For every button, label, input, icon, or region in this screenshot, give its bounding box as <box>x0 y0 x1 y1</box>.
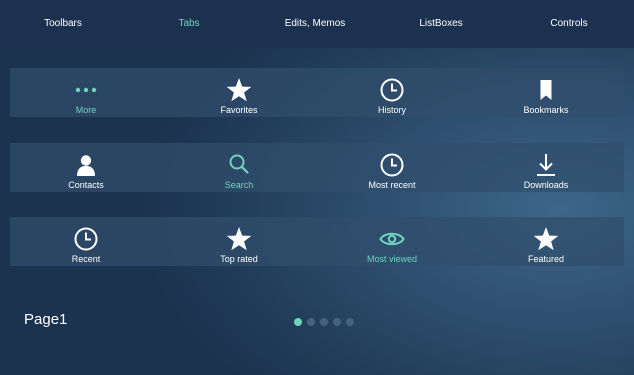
tab-label: Recent <box>71 254 101 264</box>
top-tab-edits-memos[interactable]: Edits, Memos <box>260 0 370 48</box>
download-icon <box>532 152 560 178</box>
tab-label: Top rated <box>220 254 258 264</box>
tab-recent[interactable]: Recent <box>26 217 146 266</box>
top-tab-listboxes[interactable]: ListBoxes <box>386 0 496 48</box>
tab-label: Favorites <box>220 105 258 115</box>
bookmark-icon <box>532 77 560 103</box>
search-icon <box>225 152 253 178</box>
tab-label: History <box>377 105 406 115</box>
tab-contacts[interactable]: Contacts <box>26 143 146 192</box>
page-dot-4[interactable] <box>333 318 341 326</box>
tab-strip-2: Contacts Search Most recent Downloads <box>10 143 624 192</box>
clock-icon <box>72 226 100 252</box>
page-dot-5[interactable] <box>346 318 354 326</box>
top-tab-tabs[interactable]: Tabs <box>134 0 244 48</box>
page-dot-2[interactable] <box>307 318 315 326</box>
more-dots-icon <box>72 77 100 103</box>
tab-top-rated[interactable]: Top rated <box>179 217 299 266</box>
tab-most-recent[interactable]: Most recent <box>332 143 452 192</box>
tab-history[interactable]: History <box>332 68 452 117</box>
page-dot-3[interactable] <box>320 318 328 326</box>
tab-search[interactable]: Search <box>179 143 299 192</box>
tab-strip-3: Recent Top rated Most viewed Featured <box>10 217 624 266</box>
page-title: Page1 <box>24 311 68 328</box>
person-icon <box>72 152 100 178</box>
tab-label: Search <box>224 180 254 190</box>
tab-label: Bookmarks <box>523 105 569 115</box>
tab-label: Featured <box>527 254 565 264</box>
tab-label: Most recent <box>368 180 416 190</box>
clock-icon <box>378 77 406 103</box>
top-tab-toolbars[interactable]: Toolbars <box>8 0 118 48</box>
tab-featured[interactable]: Featured <box>486 217 606 266</box>
tab-most-viewed[interactable]: Most viewed <box>332 217 452 266</box>
tab-label: Contacts <box>68 180 104 190</box>
tab-strip-1: More Favorites History Bookmarks <box>10 68 624 117</box>
tab-label: Downloads <box>523 180 569 190</box>
tab-label: Most viewed <box>366 254 418 264</box>
tab-bookmarks[interactable]: Bookmarks <box>486 68 606 117</box>
star-icon <box>532 226 560 252</box>
star-icon <box>225 77 253 103</box>
top-tab-bar: Toolbars Tabs Edits, Memos ListBoxes Con… <box>0 0 634 48</box>
tab-favorites[interactable]: Favorites <box>179 68 299 117</box>
tab-label: More <box>75 105 97 115</box>
star-icon <box>225 226 253 252</box>
tab-more[interactable]: More <box>26 68 146 117</box>
eye-icon <box>378 226 406 252</box>
page-dot-1[interactable] <box>294 318 302 326</box>
top-tab-controls[interactable]: Controls <box>514 0 624 48</box>
clock-icon <box>378 152 406 178</box>
tab-downloads[interactable]: Downloads <box>486 143 606 192</box>
